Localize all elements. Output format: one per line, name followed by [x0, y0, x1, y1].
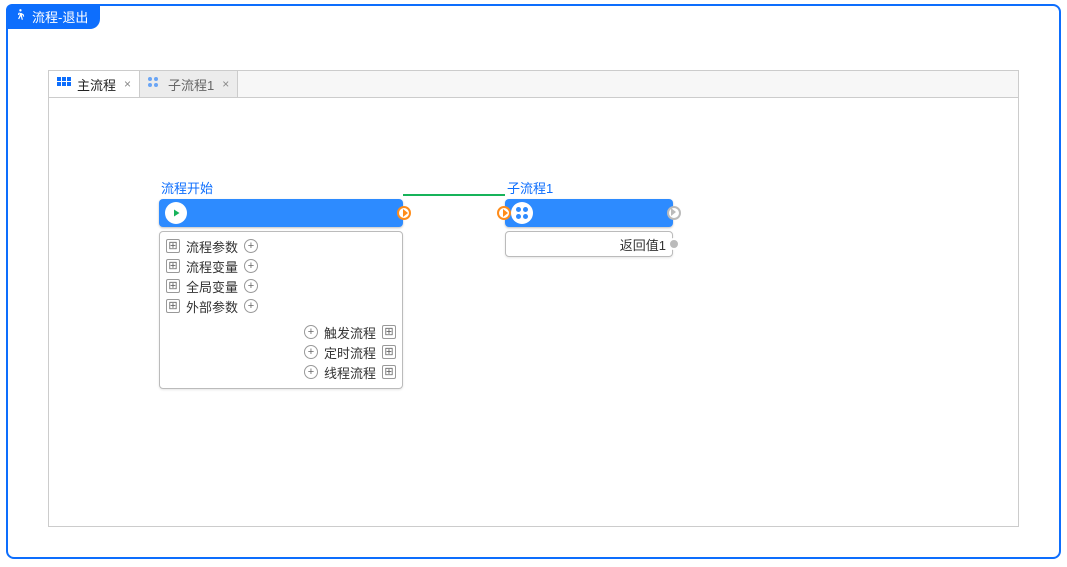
tab-bar: 主流程 × 子流程1 × — [49, 71, 1018, 98]
right-rows: + 触发流程 ⊞ + 定时流程 ⊞ + 线程流程 ⊞ — [166, 322, 396, 382]
node-title: 流程开始 — [159, 178, 403, 197]
node-title: 子流程1 — [505, 178, 673, 197]
row-label: 外部参数 — [186, 297, 238, 316]
four-dots-icon — [148, 77, 162, 91]
expand-icon[interactable]: ⊞ — [166, 239, 180, 253]
add-icon[interactable]: + — [304, 325, 318, 339]
walk-icon — [14, 8, 28, 25]
expand-icon[interactable]: ⊞ — [382, 345, 396, 359]
node-body: 返回值1 — [505, 231, 673, 257]
row-label: 定时流程 — [324, 343, 376, 362]
add-icon[interactable]: + — [244, 259, 258, 273]
add-icon[interactable]: + — [244, 299, 258, 313]
expand-icon[interactable]: ⊞ — [166, 259, 180, 273]
close-icon[interactable]: × — [222, 77, 229, 91]
row-thread-flow[interactable]: + 线程流程 ⊞ — [166, 362, 396, 382]
row-label: 线程流程 — [324, 363, 376, 382]
add-icon[interactable]: + — [304, 365, 318, 379]
node-body: ⊞ 流程参数 + ⊞ 流程变量 + ⊞ 全局变量 + — [159, 231, 403, 389]
row-external-params[interactable]: ⊞ 外部参数 + — [166, 296, 396, 316]
tab-label: 主流程 — [77, 75, 116, 94]
node-header[interactable] — [505, 199, 673, 227]
output-port[interactable] — [397, 206, 411, 220]
add-icon[interactable]: + — [244, 239, 258, 253]
workflow-panel: 流程-退出 主流程 × 子流程1 × 流程 — [6, 4, 1061, 559]
row-label: 流程参数 — [186, 237, 238, 256]
row-label: 流程变量 — [186, 257, 238, 276]
output-port[interactable] — [667, 206, 681, 220]
panel-title-tag: 流程-退出 — [6, 4, 100, 29]
canvas[interactable]: 流程开始 ⊞ 流程参数 + ⊞ 流程变量 + — [49, 98, 1018, 526]
row-trigger-flow[interactable]: + 触发流程 ⊞ — [166, 322, 396, 342]
row-flow-params[interactable]: ⊞ 流程参数 + — [166, 236, 396, 256]
input-port[interactable] — [497, 206, 511, 220]
play-icon — [165, 202, 187, 224]
subflow-node[interactable]: 子流程1 返回值1 — [505, 178, 673, 257]
tab-main-flow[interactable]: 主流程 × — [49, 71, 140, 97]
start-node[interactable]: 流程开始 ⊞ 流程参数 + ⊞ 流程变量 + — [159, 178, 403, 389]
return-port[interactable] — [668, 238, 680, 250]
node-header[interactable] — [159, 199, 403, 227]
add-icon[interactable]: + — [244, 279, 258, 293]
four-dots-icon — [511, 202, 533, 224]
tab-label: 子流程1 — [168, 75, 214, 94]
editor-area: 主流程 × 子流程1 × 流程开始 — [48, 70, 1019, 527]
connection-edge[interactable] — [403, 194, 505, 196]
tab-sub-flow-1[interactable]: 子流程1 × — [140, 71, 238, 97]
expand-icon[interactable]: ⊞ — [166, 279, 180, 293]
expand-icon[interactable]: ⊞ — [166, 299, 180, 313]
panel-title: 流程-退出 — [32, 7, 88, 26]
row-timer-flow[interactable]: + 定时流程 ⊞ — [166, 342, 396, 362]
expand-icon[interactable]: ⊞ — [382, 325, 396, 339]
row-global-vars[interactable]: ⊞ 全局变量 + — [166, 276, 396, 296]
row-label: 触发流程 — [324, 323, 376, 342]
row-label: 返回值1 — [620, 235, 666, 254]
expand-icon[interactable]: ⊞ — [382, 365, 396, 379]
row-label: 全局变量 — [186, 277, 238, 296]
close-icon[interactable]: × — [124, 77, 131, 91]
row-return-value[interactable]: 返回值1 — [506, 232, 672, 256]
add-icon[interactable]: + — [304, 345, 318, 359]
row-flow-vars[interactable]: ⊞ 流程变量 + — [166, 256, 396, 276]
flow-tree-icon — [57, 77, 71, 91]
